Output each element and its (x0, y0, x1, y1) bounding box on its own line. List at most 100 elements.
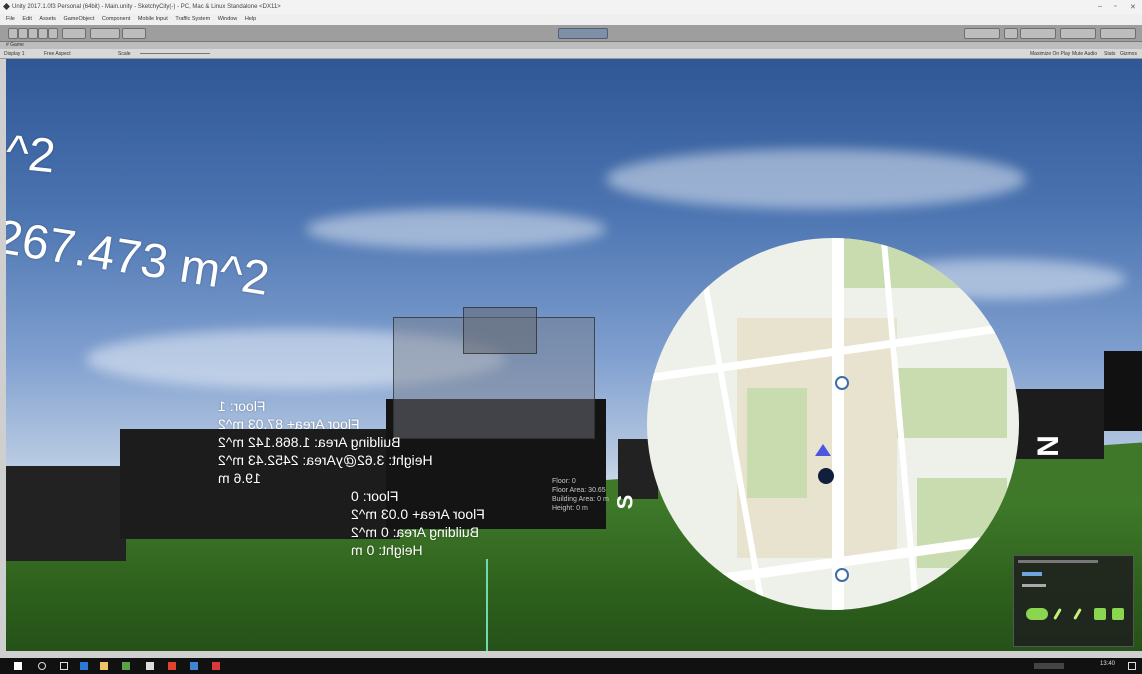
scale-label: Scale (118, 51, 131, 57)
menu-window[interactable]: Window (218, 16, 238, 22)
gizmos-dropdown[interactable]: Gizmos (1120, 51, 1137, 57)
distant-floor: Floor: 0 (552, 478, 576, 485)
pivot-toggle[interactable] (62, 28, 86, 39)
menu-bar: File Edit Assets GameObject Component Mo… (0, 14, 1142, 25)
floor-0-building-area: Building Area: 0 m^2 (351, 524, 479, 540)
notifications-icon[interactable] (1128, 662, 1136, 670)
floor-1-floor-area: Floor Area+ 87.03 m^2 (218, 416, 360, 432)
area-value-label: 267.473 m^2 (6, 210, 273, 306)
task-view-icon[interactable] (60, 662, 68, 670)
stats-toggle[interactable]: Stats (1104, 51, 1115, 57)
close-icon[interactable]: ✕ (1130, 3, 1136, 11)
menu-component[interactable]: Component (102, 16, 130, 22)
floor-1-height: Height: 3.62@yArea: 2452.43 m^2 (218, 452, 433, 468)
floor-0-height: Height: 0 m (351, 542, 423, 558)
distant-floor-info: Floor: 0 Floor Area: 30.65 Building Area… (552, 477, 609, 513)
panel-toggle-button[interactable] (1026, 608, 1048, 620)
direction-arrow-icon (815, 444, 831, 456)
toolbar (0, 25, 1142, 42)
account-dropdown[interactable] (1020, 28, 1056, 39)
cloud (306, 209, 606, 249)
rect-tool-button[interactable] (48, 28, 58, 39)
panel-title (1018, 560, 1098, 563)
floor-1-height-value: 19.6 m (218, 470, 261, 486)
location-pin-icon (818, 468, 834, 484)
unity-taskbar-icon[interactable] (146, 662, 154, 670)
layout-dropdown[interactable] (1100, 28, 1136, 39)
pointer-ray (486, 559, 488, 651)
system-tray[interactable] (1034, 663, 1064, 669)
app-icon[interactable] (168, 662, 176, 670)
scale-slider[interactable] (140, 53, 210, 54)
square-button[interactable] (1112, 608, 1124, 620)
park-area (842, 238, 992, 288)
tab-game[interactable]: # Game (6, 42, 24, 48)
unity-icon (3, 3, 10, 10)
square-button[interactable] (1094, 608, 1106, 620)
menu-traffic-system[interactable]: Traffic System (175, 16, 210, 22)
game-view-controls: Display 1 Free Aspect Scale Maximize On … (0, 49, 1142, 59)
rotate-tool-button[interactable] (28, 28, 38, 39)
menu-edit[interactable]: Edit (22, 16, 31, 22)
road (832, 238, 844, 610)
collab-button[interactable] (964, 28, 1000, 39)
floor-0-floor-area: Floor Area+ 0.03 m^2 (351, 506, 485, 522)
layers-dropdown[interactable] (1060, 28, 1096, 39)
compass-north: N (1031, 435, 1065, 457)
tab-bar: # Game (0, 42, 1142, 49)
menu-assets[interactable]: Assets (39, 16, 56, 22)
floor-0-info: Floor: 0 Floor Area+ 0.03 m^2 Building A… (351, 487, 485, 559)
building (6, 466, 126, 561)
display-dropdown[interactable]: Display 1 (4, 51, 25, 57)
minimize-icon[interactable]: – (1098, 3, 1102, 10)
menu-help[interactable]: Help (245, 16, 256, 22)
edge-icon[interactable] (80, 662, 88, 670)
park-area (897, 368, 1007, 438)
menu-gameobject[interactable]: GameObject (63, 16, 94, 22)
taskbar: 13:40 (0, 658, 1142, 674)
map-poi-icon[interactable] (835, 376, 849, 390)
app-icon[interactable] (122, 662, 130, 670)
minimap[interactable] (647, 238, 1019, 610)
panel-value (1022, 584, 1046, 587)
distant-height: Height: 0 m (552, 505, 588, 512)
floor-1-info: Floor: 1 Floor Area+ 87.03 m^2 Building … (218, 397, 433, 487)
park-area (917, 478, 1007, 568)
move-tool-button[interactable] (18, 28, 28, 39)
building (1104, 351, 1142, 431)
windows-start-icon[interactable] (14, 662, 22, 670)
mute-audio-toggle[interactable]: Mute Audio (1072, 51, 1097, 57)
title-bar: Unity 2017.1.0f3 Personal (64bit) - Main… (0, 0, 1142, 14)
park-area (747, 388, 807, 498)
center-toggle[interactable] (122, 28, 146, 39)
app-icon[interactable] (212, 662, 220, 670)
pencil-icon[interactable] (1053, 608, 1062, 620)
distant-floor-area: Floor Area: 30.65 (552, 487, 606, 494)
hand-tool-button[interactable] (8, 28, 18, 39)
map-poi-icon[interactable] (835, 568, 849, 582)
area-caret-label: ^2 (6, 125, 58, 184)
menu-mobile-input[interactable]: Mobile Input (138, 16, 168, 22)
cloud-icon[interactable] (1004, 28, 1018, 39)
scale-tool-button[interactable] (38, 28, 48, 39)
maximize-icon[interactable]: ▫ (1114, 3, 1116, 10)
clock[interactable]: 13:40 (1100, 661, 1115, 667)
tool-panel (1013, 555, 1134, 647)
file-explorer-icon[interactable] (100, 662, 108, 670)
pen-icon[interactable] (1073, 608, 1082, 620)
play-controls[interactable] (558, 28, 608, 39)
window-title: Unity 2017.1.0f3 Personal (64bit) - Main… (12, 4, 281, 10)
floor-0-floor: Floor: 0 (351, 488, 399, 504)
floor-1-floor: Floor: 1 (218, 398, 266, 414)
app-icon[interactable] (190, 662, 198, 670)
menu-file[interactable]: File (6, 16, 15, 22)
status-bar (0, 651, 1142, 658)
search-icon[interactable] (38, 662, 46, 670)
aspect-dropdown[interactable]: Free Aspect (44, 51, 71, 57)
distant-building-area: Building Area: 0 m (552, 496, 609, 503)
compass-south: S (612, 494, 638, 510)
global-toggle[interactable] (90, 28, 120, 39)
maximize-on-play-toggle[interactable]: Maximize On Play (1030, 51, 1070, 57)
floor-1-building-area: Building Area: 1.868.142 m^2 (218, 434, 401, 450)
panel-label (1022, 572, 1042, 576)
